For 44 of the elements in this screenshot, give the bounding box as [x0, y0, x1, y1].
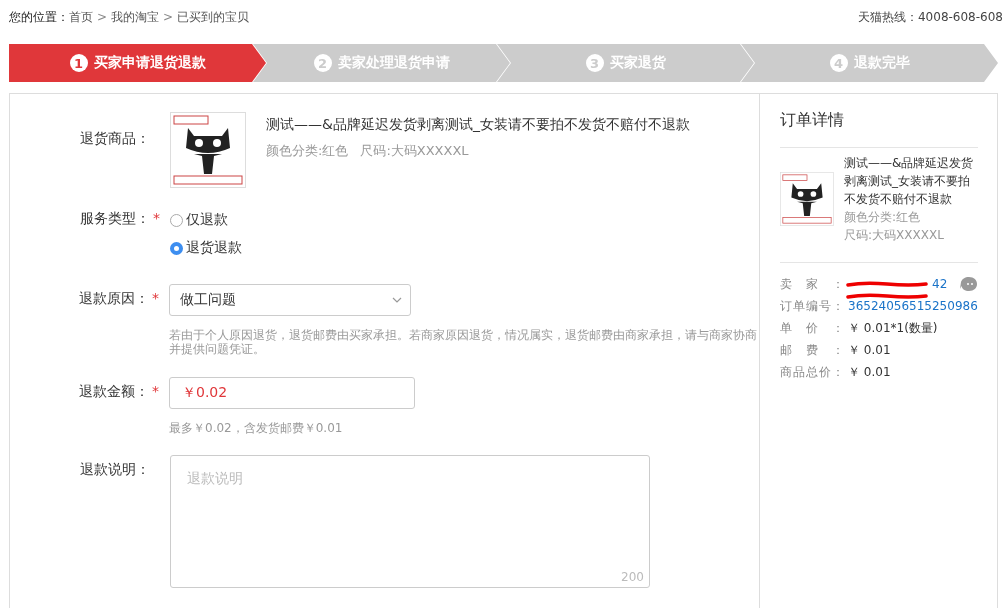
breadcrumb-link[interactable]: 我的淘宝 — [111, 9, 160, 24]
product-title: 测试——&品牌延迟发货剥离测试_女装请不要拍不发货不赔付不退款 — [844, 155, 975, 208]
breadcrumb-link[interactable]: 已买到的宝贝 — [177, 9, 250, 24]
radio-option[interactable]: 仅退款 — [170, 208, 242, 232]
field-label: 退款说明： — [80, 461, 150, 480]
field-label: 退货商品： — [80, 130, 150, 148]
product-thumbnail-drawing — [780, 172, 834, 226]
info-label: 商品总价： — [780, 363, 844, 381]
radio-button[interactable] — [170, 241, 183, 255]
breadcrumb-label: 您的位置： — [9, 9, 69, 24]
radio-option[interactable]: 退货退款 — [170, 236, 242, 260]
info-value: ￥ 0.01 — [848, 341, 891, 359]
product-spec: 颜色分类:红色 — [266, 142, 349, 160]
field-label: 服务类型： — [80, 210, 150, 228]
required-mark: * — [152, 290, 159, 306]
product-spec: 尺码:大码XXXXXL — [844, 227, 945, 244]
hotline-text: 天猫热线：4008-608-608 — [858, 8, 1003, 26]
info-label: 单价： — [780, 319, 844, 337]
breadcrumb-separator: > — [163, 9, 174, 24]
reason-dropdown[interactable]: 做工问题 — [169, 284, 411, 316]
field-label: 退款金额： — [79, 382, 149, 401]
character-counter: 200 — [621, 570, 644, 585]
amount-field[interactable]: ￥0.02 — [169, 376, 415, 409]
info-label: 订单编号： — [780, 297, 844, 315]
field-label: 退款原因： — [79, 290, 149, 308]
hint-text: 若由于个人原因退货，退货邮费由买家承担。若商家原因退货，情况属实，退货邮费由商家承担，请与商家协商并提供问题凭证。 — [169, 328, 758, 357]
breadcrumb-separator: > — [97, 9, 108, 24]
info-link[interactable]: 36524056515250986 — [848, 299, 978, 313]
required-mark: * — [153, 210, 160, 226]
order-detail-title: 订单详情 — [780, 94, 978, 148]
info-value: ￥ 0.01 — [848, 363, 891, 381]
progress-step: 1 买家申请退货退款 — [9, 44, 266, 82]
required-mark: * — [152, 382, 159, 399]
chevron-down-icon — [392, 297, 402, 303]
breadcrumb-link[interactable]: 首页 — [69, 9, 93, 24]
product-title: 测试——&品牌延迟发货剥离测试_女装请不要拍不发货不赔付不退款 — [266, 115, 690, 134]
hint-text: 最多￥0.02，含发货邮费￥0.01 — [169, 420, 344, 436]
info-value: ￥ 0.01*1(数量) — [848, 319, 938, 337]
info-link[interactable]: 42 — [932, 277, 948, 291]
product-spec: 颜色分类:红色 — [844, 209, 922, 226]
product-spec: 尺码:大码XXXXXL — [360, 142, 469, 160]
info-label: 卖家： — [780, 275, 844, 293]
chat-bubble-icon[interactable] — [959, 276, 978, 292]
info-label: 邮费： — [780, 341, 844, 359]
